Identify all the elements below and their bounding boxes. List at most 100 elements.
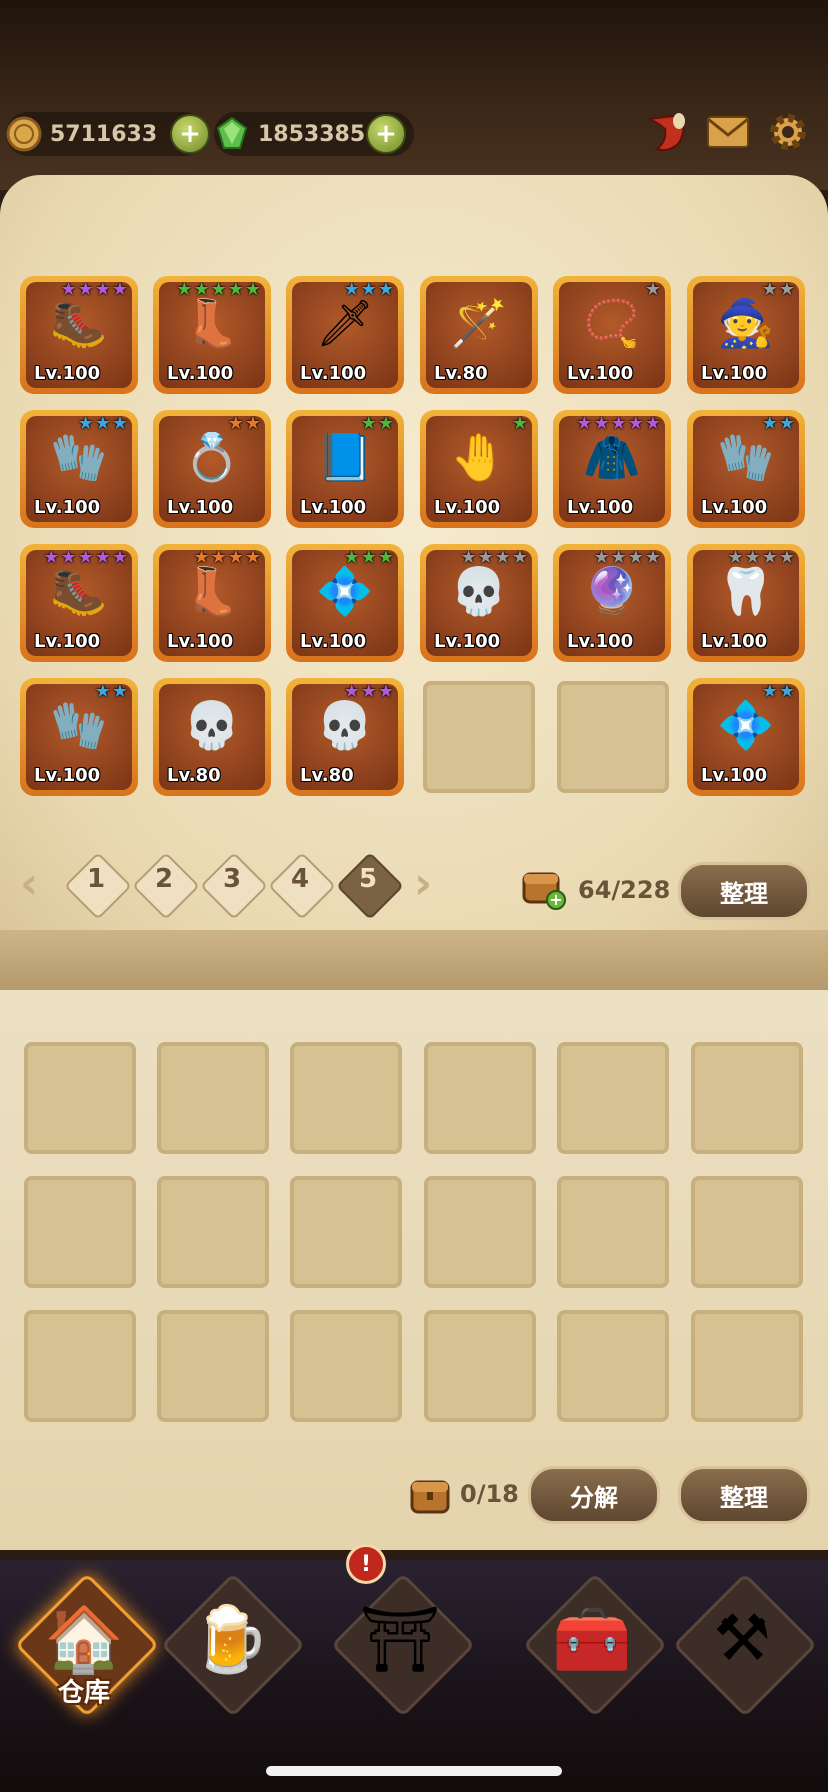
inventory-item[interactable]: 👢 ★ ★ ★ ★ Lv.100 — [153, 544, 271, 662]
nav-warehouse[interactable]: 🏠 仓库 — [14, 1572, 160, 1718]
inventory-item[interactable]: 🗡 ★ ★ ★ Lv.100 — [286, 276, 404, 394]
inventory-item[interactable]: 🦷 ★ ★ ★ ★ Lv.100 — [687, 544, 805, 662]
salvage-slot[interactable] — [290, 1310, 402, 1422]
salvage-slot[interactable] — [691, 1176, 803, 1288]
bag-expand-icon[interactable]: + — [520, 864, 566, 910]
add-gold-button[interactable]: + — [170, 114, 210, 154]
item-level: Lv.100 — [167, 497, 234, 518]
page-number: 1 — [86, 864, 106, 894]
salvage-slot[interactable] — [691, 1042, 803, 1154]
prev-page-icon[interactable]: ‹ — [20, 858, 38, 909]
portal-icon: ⛩ — [359, 1603, 441, 1677]
inventory-item[interactable]: 💠 ★ ★ Lv.100 — [687, 678, 805, 796]
star-icon: ★ — [77, 416, 94, 434]
star-icon: ★ — [627, 416, 644, 434]
next-page-icon[interactable]: › — [414, 858, 432, 909]
item-level: Lv.100 — [167, 363, 234, 384]
inventory-item[interactable]: 🧤 ★ ★ Lv.100 — [20, 678, 138, 796]
inventory-item[interactable]: 🪄 Lv.80 — [420, 276, 538, 394]
item-level: Lv.100 — [34, 363, 101, 384]
salvage-slot[interactable] — [424, 1310, 536, 1422]
salvage-slot[interactable] — [691, 1310, 803, 1422]
empty-slot[interactable] — [423, 681, 535, 793]
salvage-slot[interactable] — [157, 1310, 269, 1422]
salvage-slot[interactable] — [557, 1176, 669, 1288]
inventory-item[interactable]: 💠 ★ ★ ★ Lv.100 — [286, 544, 404, 662]
star-icon: ★ — [377, 550, 394, 568]
sort-salvage-button[interactable]: 整理 — [678, 1466, 810, 1524]
star-rating: ★ ★ — [762, 282, 795, 300]
item-frame: 💀 ★ ★ ★ Lv.80 — [292, 684, 398, 790]
inventory-item[interactable]: 🧤 ★ ★ Lv.100 — [687, 410, 805, 528]
inventory-item[interactable]: 🔮 ★ ★ ★ ★ Lv.100 — [553, 544, 671, 662]
nav-forge[interactable]: ⚒ — [672, 1572, 818, 1718]
inventory-item[interactable]: 💀 Lv.80 — [153, 678, 271, 796]
boots-icon: 🥾 — [50, 564, 108, 618]
home-indicator[interactable] — [266, 1766, 562, 1776]
star-icon: ★ — [360, 684, 377, 702]
nav-portal[interactable]: ⛩ — [330, 1572, 476, 1718]
add-gems-button[interactable]: + — [366, 114, 406, 154]
star-icon: ★ — [111, 282, 128, 300]
decompose-button[interactable]: 分解 — [528, 1466, 660, 1524]
star-rating: ★ ★ — [361, 416, 394, 434]
tavern-mug-icon: 🍺 — [190, 1603, 270, 1677]
salvage-slot[interactable] — [24, 1042, 136, 1154]
item-frame: 🧙 ★ ★ Lv.100 — [693, 282, 799, 388]
star-icon: ★ — [210, 550, 227, 568]
gloves-icon: 🧤 — [717, 430, 775, 484]
nav-tavern[interactable]: 🍺 — [160, 1572, 306, 1718]
inventory-item[interactable]: 🥾 ★ ★ ★ ★ Lv.100 — [20, 276, 138, 394]
star-icon: ★ — [511, 550, 528, 568]
item-frame: 🧤 ★ ★ Lv.100 — [26, 684, 132, 790]
star-icon: ★ — [94, 684, 111, 702]
item-frame: 📿 ★ Lv.100 — [559, 282, 665, 388]
inventory-item[interactable]: 🥾 ★ ★ ★ ★ ★ Lv.100 — [20, 544, 138, 662]
salvage-slot[interactable] — [557, 1042, 669, 1154]
treasure-chest-icon: 🧰 — [552, 1603, 632, 1677]
item-frame: 💍 ★ ★ Lv.100 — [159, 416, 265, 522]
boots-icon: 💀 — [316, 698, 374, 752]
salvage-slot[interactable] — [424, 1176, 536, 1288]
salvage-slot[interactable] — [557, 1310, 669, 1422]
item-level: Lv.80 — [434, 363, 488, 384]
star-icon: ★ — [60, 282, 77, 300]
sort-inventory-button[interactable]: 整理 — [678, 862, 810, 920]
page-number: 4 — [290, 864, 310, 894]
inventory-item[interactable]: 🧙 ★ ★ Lv.100 — [687, 276, 805, 394]
star-icon: ★ — [377, 416, 394, 434]
inventory-item[interactable]: 📘 ★ ★ Lv.100 — [286, 410, 404, 528]
salvage-capacity: 0/18 — [460, 1480, 519, 1508]
item-level: Lv.100 — [701, 363, 768, 384]
inventory-item[interactable]: 🤚 ★ Lv.100 — [420, 410, 538, 528]
inventory-item[interactable]: 🧤 ★ ★ ★ Lv.100 — [20, 410, 138, 528]
salvage-slot[interactable] — [24, 1176, 136, 1288]
amulet-icon: 🦷 — [717, 564, 775, 618]
inventory-item[interactable]: 📿 ★ Lv.100 — [553, 276, 671, 394]
inventory-item[interactable]: 💍 ★ ★ Lv.100 — [153, 410, 271, 528]
gear-icon[interactable] — [764, 108, 812, 156]
salvage-slot[interactable] — [24, 1310, 136, 1422]
salvage-slot[interactable] — [290, 1042, 402, 1154]
inventory-item[interactable]: 🧥 ★ ★ ★ ★ ★ Lv.100 — [553, 410, 671, 528]
mail-icon[interactable] — [704, 108, 752, 156]
inventory-item[interactable]: 👢 ★ ★ ★ ★ ★ Lv.100 — [153, 276, 271, 394]
star-icon: ★ — [727, 550, 744, 568]
inventory-item[interactable]: 💀 ★ ★ ★ ★ Lv.100 — [420, 544, 538, 662]
nav-treasure[interactable]: 🧰 — [522, 1572, 668, 1718]
panel-divider — [0, 930, 828, 990]
salvage-slot[interactable] — [290, 1176, 402, 1288]
salvage-slot[interactable] — [157, 1176, 269, 1288]
amulet-icon: 💠 — [316, 564, 374, 618]
item-frame: 💀 Lv.80 — [159, 684, 265, 790]
item-frame: 🥾 ★ ★ ★ ★ ★ Lv.100 — [26, 550, 132, 656]
empty-slot[interactable] — [557, 681, 669, 793]
horn-icon[interactable] — [642, 108, 690, 156]
salvage-slot[interactable] — [424, 1042, 536, 1154]
inventory-item[interactable]: 💀 ★ ★ ★ Lv.80 — [286, 678, 404, 796]
salvage-slot[interactable] — [157, 1042, 269, 1154]
star-rating: ★ ★ ★ ★ ★ — [176, 282, 261, 300]
star-icon: ★ — [343, 282, 360, 300]
alert-badge: ! — [346, 1544, 386, 1584]
forge-icon: ⚒ — [713, 1602, 771, 1676]
